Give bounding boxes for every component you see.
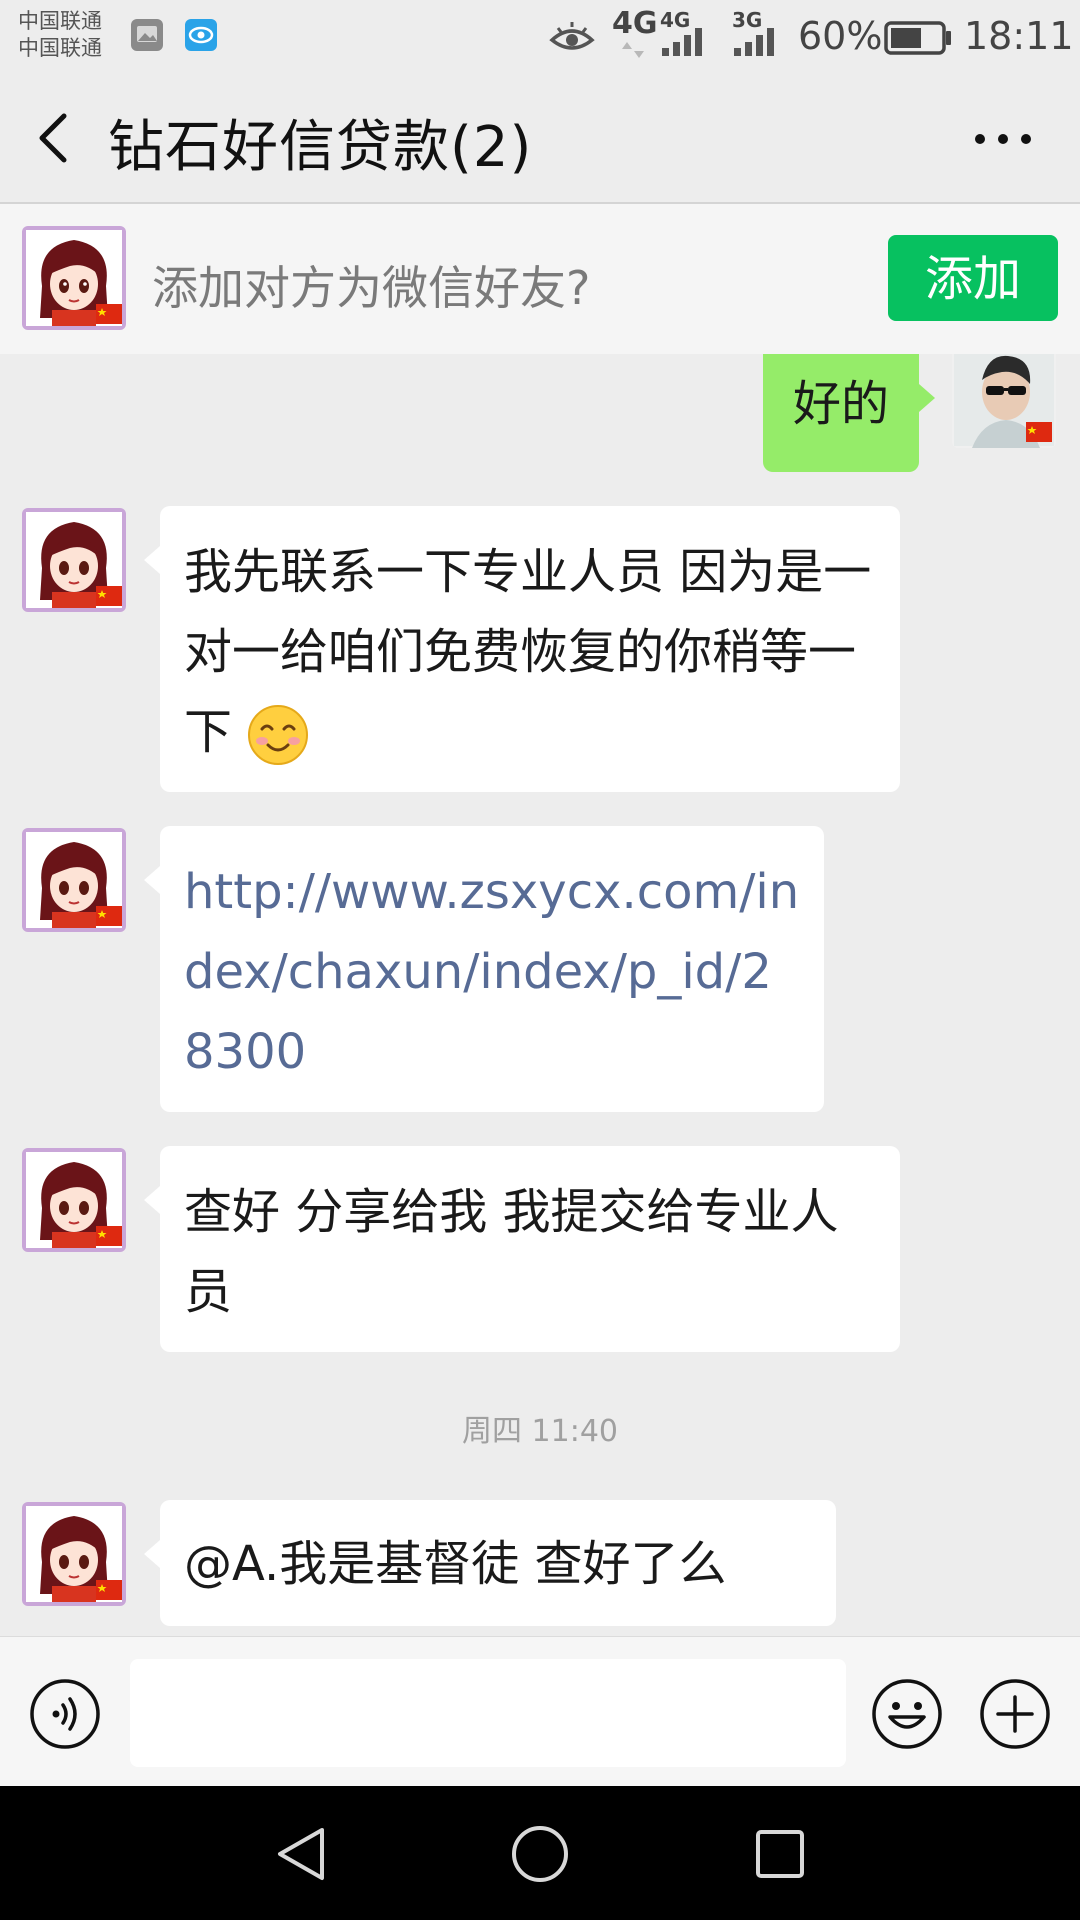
carrier-1: 中国联通 (18, 9, 102, 33)
message-text: @A.我是基督徒 查好了么 (184, 1536, 727, 1592)
smiling-blush-emoji-icon (248, 705, 309, 765)
battery-percent: 60% (798, 14, 883, 58)
eye-notification-icon (185, 19, 217, 51)
nav-home-icon[interactable] (508, 1822, 572, 1886)
voice-icon[interactable] (28, 1677, 102, 1751)
title-bar: 钻石好信贷款(2) (0, 74, 1080, 204)
message-text: 查好 分享给我 我提交给专业人员 (184, 1184, 839, 1320)
avatar-cartoon-girl-icon (22, 226, 126, 330)
message-text: 好的 (792, 376, 889, 432)
avatar-cartoon-girl-icon (22, 828, 126, 932)
plus-icon[interactable] (978, 1677, 1052, 1751)
message-link[interactable]: http://www.zsxycx.com/index/chaxun/index… (184, 864, 799, 1080)
contact-avatar[interactable] (22, 1148, 126, 1252)
emoji-icon[interactable] (870, 1677, 944, 1751)
add-friend-button[interactable]: 添加 (888, 235, 1058, 321)
avatar-cartoon-girl-icon (22, 1502, 126, 1606)
nav-recents-icon[interactable] (748, 1822, 812, 1886)
message-bubble-received[interactable]: http://www.zsxycx.com/index/chaxun/index… (144, 826, 824, 1112)
eye-comfort-icon (549, 22, 595, 50)
signal-icon-2 (734, 28, 774, 56)
message-bubble-received[interactable]: 我先联系一下专业人员 因为是一对一给咱们免费恢复的你稍等一下 (144, 506, 900, 792)
my-avatar[interactable] (952, 354, 1056, 448)
avatar-cartoon-girl-icon (22, 508, 126, 612)
avatar-cartoon-girl-icon (22, 1148, 126, 1252)
status-bar: 中国联通 中国联通 4G 4G 3G 60% 18:11 (0, 0, 1080, 74)
system-nav-bar (0, 1786, 1080, 1920)
message-bubble-received[interactable]: 查好 分享给我 我提交给专业人员 (144, 1146, 900, 1352)
more-dots-icon[interactable] (968, 114, 1038, 164)
add-friend-banner: 添加对方为微信好友? 添加 (0, 204, 1080, 354)
message-bubble-received[interactable]: @A.我是基督徒 查好了么 (144, 1500, 836, 1626)
carrier-labels: 中国联通 中国联通 (18, 8, 102, 62)
input-bar (0, 1636, 1080, 1787)
contact-avatar[interactable] (22, 226, 126, 330)
chat-title: 钻石好信贷款(2) (108, 115, 533, 180)
carrier-2: 中国联通 (18, 36, 102, 60)
avatar-man-sunglasses-icon (952, 354, 1056, 448)
contact-avatar[interactable] (22, 1502, 126, 1606)
message-timestamp: 周四 11:40 (462, 1414, 618, 1449)
data-arrows-icon (622, 42, 644, 58)
contact-avatar[interactable] (22, 828, 126, 932)
battery-icon (884, 21, 951, 55)
message-input[interactable] (130, 1659, 846, 1767)
chat-history[interactable]: 好的 我先联系一下专业人员 因为是一对一给咱们免费恢复的你稍等一下 http:/… (0, 354, 1080, 1636)
contact-avatar[interactable] (22, 508, 126, 612)
gallery-notification-icon (131, 19, 163, 51)
nav-back-icon[interactable] (270, 1822, 334, 1886)
network-label-1: 4G (612, 6, 658, 41)
message-bubble-sent[interactable]: 好的 (763, 354, 935, 472)
add-friend-prompt: 添加对方为微信好友? (152, 261, 591, 315)
chevron-left-icon[interactable] (28, 110, 84, 166)
signal-icon-1 (662, 28, 702, 56)
clock: 18:11 (964, 14, 1074, 58)
